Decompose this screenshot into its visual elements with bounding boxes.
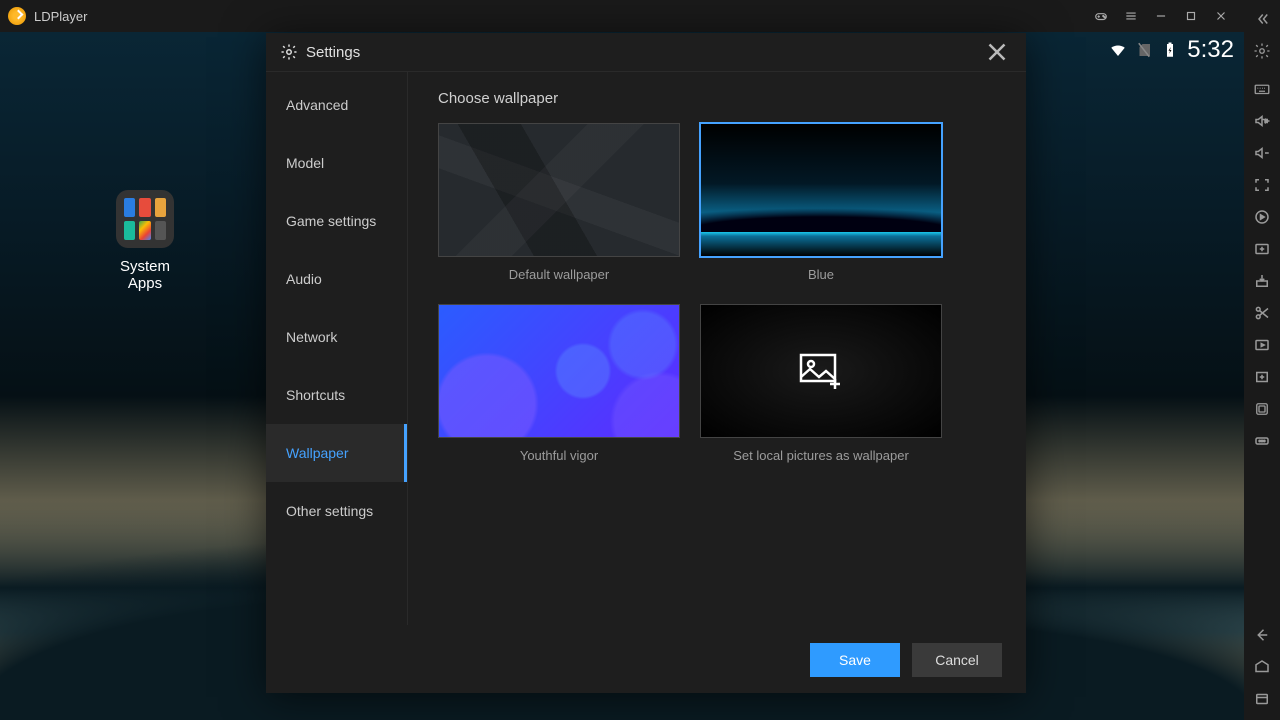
status-time: 5:32 bbox=[1187, 36, 1234, 64]
sync-icon[interactable] bbox=[1245, 202, 1279, 232]
right-toolbar bbox=[1244, 0, 1280, 720]
keyboard-icon[interactable] bbox=[1245, 74, 1279, 104]
settings-content: Choose wallpaper Default wallpaper Blue … bbox=[408, 72, 1026, 625]
app-title: LDPlayer bbox=[34, 9, 87, 24]
wallpaper-local[interactable] bbox=[700, 304, 942, 438]
no-sim-icon bbox=[1135, 41, 1153, 59]
settings-nav: Advanced Model Game settings Audio Netwo… bbox=[266, 72, 408, 625]
battery-icon bbox=[1161, 41, 1179, 59]
wallpaper-default-label: Default wallpaper bbox=[438, 267, 680, 282]
nav-other-settings[interactable]: Other settings bbox=[266, 482, 407, 540]
settings-dialog: Settings Advanced Model Game settings Au… bbox=[266, 33, 1026, 693]
recent-icon[interactable] bbox=[1245, 684, 1279, 714]
wifi-icon bbox=[1109, 41, 1127, 59]
rotate-icon[interactable] bbox=[1245, 394, 1279, 424]
wallpaper-youthful-label: Youthful vigor bbox=[438, 448, 680, 463]
menu-icon[interactable] bbox=[1116, 0, 1146, 32]
fullscreen-icon[interactable] bbox=[1245, 170, 1279, 200]
wallpaper-blue[interactable] bbox=[700, 123, 942, 257]
wallpaper-default[interactable] bbox=[438, 123, 680, 257]
wallpaper-youthful[interactable] bbox=[438, 304, 680, 438]
nav-advanced[interactable]: Advanced bbox=[266, 76, 407, 134]
nav-model[interactable]: Model bbox=[266, 134, 407, 192]
minimize-button[interactable] bbox=[1146, 0, 1176, 32]
gear-icon bbox=[280, 43, 298, 61]
scissors-icon[interactable] bbox=[1245, 298, 1279, 328]
settings-gear-icon[interactable] bbox=[1245, 36, 1279, 66]
record-icon[interactable] bbox=[1245, 330, 1279, 360]
collapse-icon[interactable] bbox=[1245, 4, 1279, 34]
choose-wallpaper-heading: Choose wallpaper bbox=[438, 90, 996, 107]
wallpaper-blue-label: Blue bbox=[700, 267, 942, 282]
close-button[interactable] bbox=[1206, 0, 1236, 32]
titlebar: LDPlayer bbox=[0, 0, 1244, 32]
nav-wallpaper[interactable]: Wallpaper bbox=[266, 424, 407, 482]
android-status-bar: 5:32 bbox=[1024, 32, 1244, 68]
wallpaper-local-label: Set local pictures as wallpaper bbox=[700, 448, 942, 463]
more-icon[interactable] bbox=[1245, 426, 1279, 456]
settings-title: Settings bbox=[306, 44, 360, 61]
system-apps-label: System Apps bbox=[110, 258, 180, 292]
nav-audio[interactable]: Audio bbox=[266, 250, 407, 308]
folder-icon bbox=[116, 190, 174, 248]
nav-shortcuts[interactable]: Shortcuts bbox=[266, 366, 407, 424]
system-apps-folder[interactable]: System Apps bbox=[110, 190, 180, 292]
settings-header: Settings bbox=[266, 33, 1026, 71]
image-add-icon bbox=[797, 351, 845, 391]
app-logo-icon bbox=[8, 7, 26, 25]
settings-footer: Save Cancel bbox=[266, 625, 1026, 693]
settings-close-button[interactable] bbox=[982, 37, 1012, 67]
install-apk-icon[interactable] bbox=[1245, 266, 1279, 296]
multi-instance-icon[interactable] bbox=[1245, 234, 1279, 264]
maximize-button[interactable] bbox=[1176, 0, 1206, 32]
volume-up-icon[interactable] bbox=[1245, 106, 1279, 136]
home-icon[interactable] bbox=[1245, 652, 1279, 682]
gamepad-icon[interactable] bbox=[1086, 0, 1116, 32]
operation-record-icon[interactable] bbox=[1245, 362, 1279, 392]
cancel-button[interactable]: Cancel bbox=[912, 643, 1002, 677]
volume-down-icon[interactable] bbox=[1245, 138, 1279, 168]
back-icon[interactable] bbox=[1245, 620, 1279, 650]
nav-network[interactable]: Network bbox=[266, 308, 407, 366]
save-button[interactable]: Save bbox=[810, 643, 900, 677]
nav-game-settings[interactable]: Game settings bbox=[266, 192, 407, 250]
